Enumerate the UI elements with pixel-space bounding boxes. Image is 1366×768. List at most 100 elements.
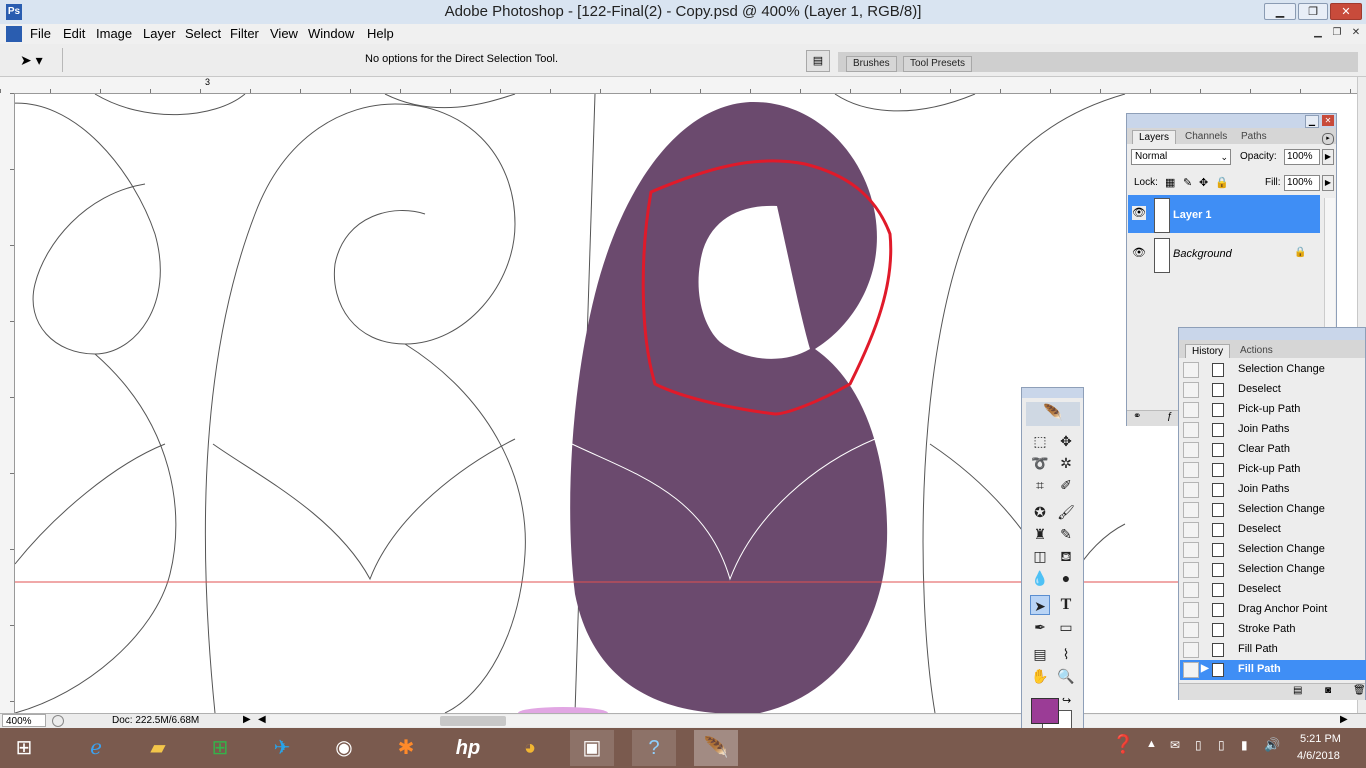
horizontal-ruler[interactable]: 3 [0, 77, 1358, 94]
tray-chevron-up-icon[interactable]: ▲ [1146, 738, 1157, 750]
menu-file[interactable]: File [30, 26, 51, 41]
history-item[interactable]: Selection Change [1180, 500, 1366, 520]
history-brush-source-checkbox[interactable] [1183, 462, 1199, 478]
scroll-right-icon[interactable]: ▶ [1340, 714, 1348, 725]
history-brush-source-checkbox[interactable] [1183, 382, 1199, 398]
history-item[interactable]: Deselect [1180, 520, 1366, 540]
history-item[interactable]: Stroke Path [1180, 620, 1366, 640]
layer-row[interactable]: 👁 Background 🔒 [1128, 235, 1320, 273]
menu-edit[interactable]: Edit [63, 26, 85, 41]
signal-icon[interactable]: ▮ [1241, 738, 1248, 752]
foreground-color-swatch[interactable] [1031, 698, 1059, 724]
trash-icon[interactable]: 🗑 [1353, 685, 1366, 696]
history-brush-source-checkbox[interactable] [1183, 642, 1199, 658]
photoshop-taskbar-icon[interactable]: 🪶 [694, 730, 738, 766]
history-item[interactable]: Deselect [1180, 580, 1366, 600]
history-item[interactable]: Drag Anchor Point [1180, 600, 1366, 620]
well-tab-brushes[interactable]: Brushes [846, 56, 897, 72]
direct-selection-tool-preset-icon[interactable]: ➤ ▾ [20, 52, 54, 68]
history-brush-source-checkbox[interactable] [1183, 362, 1199, 378]
move-tool-icon[interactable]: ✥ [1056, 431, 1076, 451]
eyedropper-tool-icon[interactable]: ⌇ [1056, 644, 1076, 664]
history-brush-source-checkbox[interactable] [1183, 522, 1199, 538]
zoom-field[interactable]: 400% [2, 714, 46, 727]
hp-icon[interactable]: hp [446, 730, 490, 766]
fill-slider-arrow-icon[interactable]: ▶ [1322, 175, 1334, 191]
help-tray-icon[interactable]: ❓ [1112, 734, 1134, 755]
clone-stamp-tool-icon[interactable]: ♜ [1030, 524, 1050, 544]
clock-time[interactable]: 5:21 PM [1300, 733, 1341, 745]
scroll-left-icon[interactable]: ◀ [258, 714, 266, 725]
history-brush-source-checkbox[interactable] [1183, 562, 1199, 578]
camera-app-icon[interactable]: ◉ [322, 730, 366, 766]
layer-row[interactable]: 👁 Layer 1 [1128, 195, 1320, 233]
history-brush-source-checkbox[interactable] [1183, 662, 1199, 678]
tab-actions[interactable]: Actions [1234, 344, 1279, 357]
blend-mode-select[interactable]: Normal ⌄ [1131, 149, 1231, 165]
direct-selection-tool-icon[interactable]: ➤ [1030, 595, 1050, 615]
menu-help[interactable]: Help [367, 26, 394, 41]
history-item[interactable]: Selection Change [1180, 540, 1366, 560]
crop-tool-icon[interactable]: ⌗ [1030, 475, 1050, 495]
chrome-icon[interactable]: ◕ [508, 730, 552, 766]
history-item[interactable]: Selection Change [1180, 560, 1366, 580]
tray-app-icon[interactable]: ✉ [1170, 738, 1180, 752]
lock-transparent-icon[interactable]: ▦ [1165, 176, 1175, 189]
history-state-slider-icon[interactable]: ▶ [1201, 663, 1209, 674]
doc-close-button[interactable]: ✕ [1348, 26, 1364, 40]
tab-channels[interactable]: Channels [1179, 130, 1233, 143]
history-item[interactable]: Pick-up Path [1180, 460, 1366, 480]
menu-layer[interactable]: Layer [143, 26, 176, 41]
lock-all-icon[interactable]: 🔒 [1215, 176, 1229, 189]
clock-date[interactable]: 4/6/2018 [1297, 750, 1340, 762]
dodge-tool-icon[interactable]: ● [1056, 568, 1076, 588]
battery-icon[interactable]: ▯ [1195, 738, 1202, 752]
hand-tool-icon[interactable]: ✋ [1030, 666, 1050, 686]
notes-tool-icon[interactable]: ▤ [1030, 644, 1050, 664]
palette-well-icon[interactable]: ▤ [806, 50, 830, 72]
history-brush-tool-icon[interactable]: ✎ [1056, 524, 1076, 544]
lock-image-icon[interactable]: ✎ [1183, 176, 1192, 189]
vertical-ruler[interactable] [0, 93, 15, 713]
status-info-icon[interactable] [52, 715, 64, 727]
type-tool-icon[interactable]: T [1056, 595, 1076, 615]
history-item[interactable]: Fill Path ▶ [1180, 660, 1366, 680]
link-layers-icon[interactable]: ⚭ [1133, 411, 1141, 422]
history-brush-source-checkbox[interactable] [1183, 502, 1199, 518]
menu-filter[interactable]: Filter [230, 26, 259, 41]
panel-minimize-button[interactable]: ▁ [1305, 115, 1319, 128]
document-icon[interactable] [6, 26, 22, 42]
layer-style-icon[interactable]: ƒ [1167, 411, 1173, 422]
brush-tool-icon[interactable]: 🖌 [1056, 502, 1076, 522]
opacity-field[interactable]: 100% [1284, 149, 1320, 165]
file-explorer-icon[interactable]: ▰ [136, 730, 180, 766]
lasso-tool-icon[interactable]: ➰ [1030, 453, 1050, 473]
menu-window[interactable]: Window [308, 26, 354, 41]
horizontal-scroll-thumb[interactable] [440, 716, 506, 726]
internet-explorer-icon[interactable]: ℯ [74, 730, 118, 766]
history-item[interactable]: Join Paths [1180, 480, 1366, 500]
doc-minimize-button[interactable]: ▁ [1310, 26, 1326, 40]
horizontal-scrollbar[interactable] [270, 715, 1340, 727]
zoom-tool-icon[interactable]: 🔍 [1056, 666, 1076, 686]
lock-position-icon[interactable]: ✥ [1199, 176, 1208, 189]
history-brush-source-checkbox[interactable] [1183, 422, 1199, 438]
history-brush-source-checkbox[interactable] [1183, 542, 1199, 558]
history-item[interactable]: Pick-up Path [1180, 400, 1366, 420]
feather-logo-icon[interactable]: 🪶 [1026, 402, 1080, 426]
history-brush-source-checkbox[interactable] [1183, 482, 1199, 498]
app-icon[interactable]: ✈ [260, 730, 304, 766]
slice-tool-icon[interactable]: ✐ [1056, 475, 1076, 495]
eye-icon[interactable]: 👁 [1132, 246, 1146, 260]
menu-select[interactable]: Select [185, 26, 221, 41]
panel-close-button[interactable]: ✕ [1322, 115, 1334, 126]
pen-tool-icon[interactable]: ✒ [1030, 617, 1050, 637]
menu-image[interactable]: Image [96, 26, 132, 41]
action-center-icon[interactable]: ▯ [1218, 738, 1225, 752]
history-brush-source-checkbox[interactable] [1183, 622, 1199, 638]
history-brush-source-checkbox[interactable] [1183, 602, 1199, 618]
history-brush-source-checkbox[interactable] [1183, 582, 1199, 598]
start-windows-icon[interactable]: ⊞ [2, 730, 46, 766]
panel-menu-icon[interactable]: ▸ [1322, 133, 1334, 145]
well-tab-tool-presets[interactable]: Tool Presets [903, 56, 973, 72]
